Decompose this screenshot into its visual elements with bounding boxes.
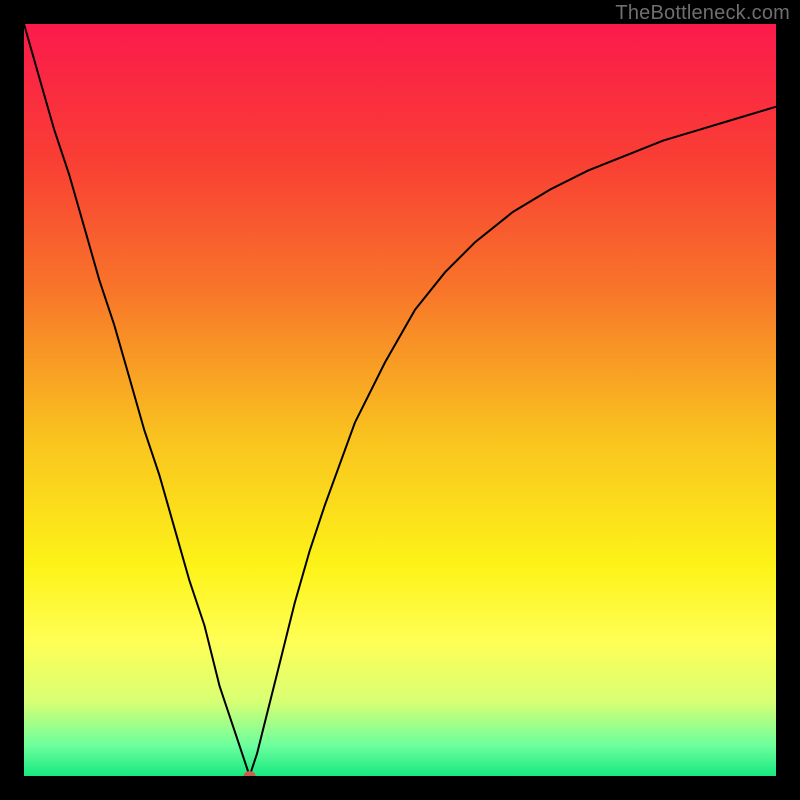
gradient-background: [24, 24, 776, 776]
plot-svg: [24, 24, 776, 776]
watermark-label: TheBottleneck.com: [615, 2, 790, 25]
chart-container: TheBottleneck.com: [0, 0, 800, 800]
plot-area: [24, 24, 776, 776]
